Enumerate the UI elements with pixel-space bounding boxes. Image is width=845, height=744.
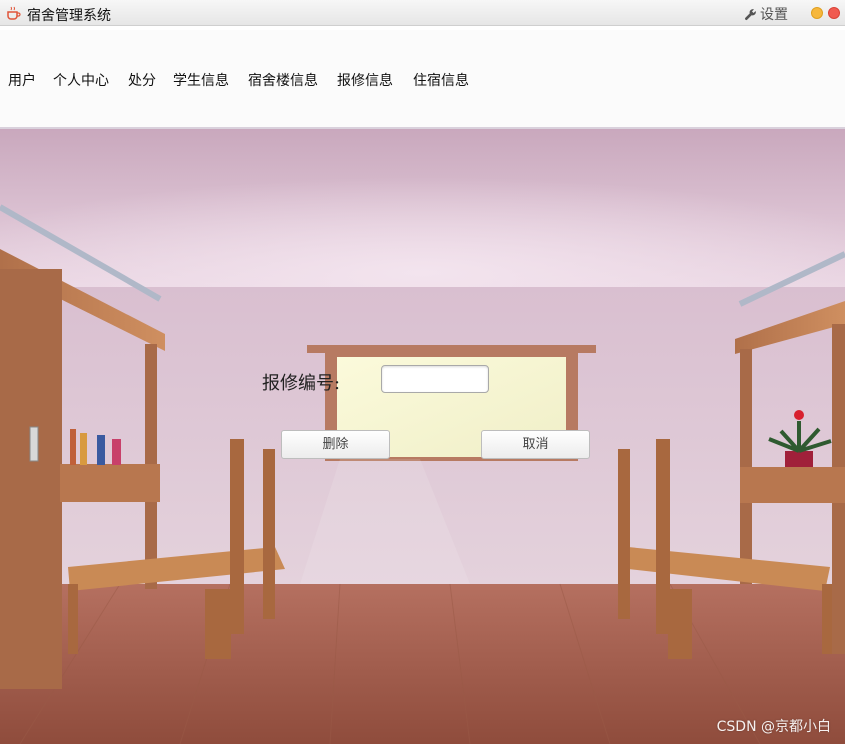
menu-item-users[interactable]: 用户 <box>8 70 36 90</box>
repair-number-label: 报修编号: <box>262 373 341 394</box>
menu-item-accommodation-info[interactable]: 住宿信息 <box>413 70 469 90</box>
minimize-button[interactable] <box>811 7 823 19</box>
menu-item-personal-center[interactable]: 个人中心 <box>53 70 109 90</box>
dorm-room-background <box>0 129 845 744</box>
window-title: 宿舍管理系统 <box>27 8 111 24</box>
delete-button[interactable]: 删除 <box>281 430 390 459</box>
settings-label: 设置 <box>760 7 788 23</box>
repair-number-input[interactable] <box>381 365 489 393</box>
menu-item-dorm-building-info[interactable]: 宿舍楼信息 <box>248 70 318 90</box>
title-bar: 宿舍管理系统 设置 <box>0 0 845 26</box>
menu-item-repair-info[interactable]: 报修信息 <box>337 70 393 90</box>
watermark: CSDN @京都小白 <box>716 719 831 735</box>
java-cup-icon <box>7 6 21 20</box>
close-button[interactable] <box>828 7 840 19</box>
settings-button[interactable]: 设置 <box>744 4 788 24</box>
cancel-button[interactable]: 取消 <box>481 430 590 459</box>
menu-bar: 用户 个人中心 处分 学生信息 宿舍楼信息 报修信息 住宿信息 <box>0 30 845 129</box>
content-panel: 报修编号: 删除 取消 CSDN @京都小白 <box>0 129 845 744</box>
wrench-icon <box>745 8 756 20</box>
menu-item-student-info[interactable]: 学生信息 <box>173 70 229 90</box>
menu-item-discipline[interactable]: 处分 <box>128 70 156 90</box>
